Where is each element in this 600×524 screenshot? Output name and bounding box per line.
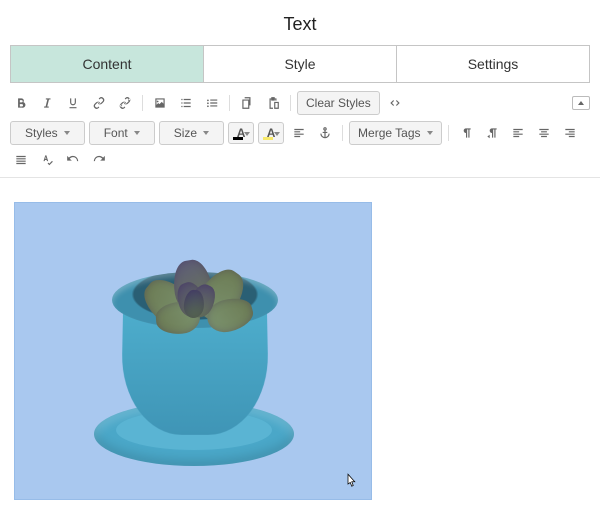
code-view-icon[interactable]	[384, 92, 406, 114]
paste-icon[interactable]	[262, 92, 284, 114]
separator	[142, 95, 143, 111]
tab-style[interactable]: Style	[204, 45, 397, 83]
panel-title: Text	[0, 0, 600, 45]
styles-label: Styles	[25, 126, 58, 140]
size-label: Size	[174, 126, 197, 140]
paragraph-icon[interactable]	[455, 122, 477, 144]
unlink-icon[interactable]	[114, 92, 136, 114]
redo-icon[interactable]	[88, 149, 110, 171]
align-right-icon[interactable]	[559, 122, 581, 144]
styles-dropdown[interactable]: Styles	[10, 121, 85, 145]
collapse-toolbar-icon[interactable]	[572, 96, 590, 110]
editor-content[interactable]	[0, 178, 600, 524]
succulent-plant	[144, 258, 248, 336]
clear-styles-button[interactable]: Clear Styles	[297, 91, 380, 115]
align-justify-icon[interactable]	[10, 149, 32, 171]
image-block[interactable]	[14, 202, 372, 500]
ordered-list-icon[interactable]	[175, 92, 197, 114]
font-label: Font	[104, 126, 128, 140]
italic-icon[interactable]	[36, 92, 58, 114]
bold-icon[interactable]	[10, 92, 32, 114]
unordered-list-icon[interactable]	[201, 92, 223, 114]
paragraph-rtl-icon[interactable]	[481, 122, 503, 144]
highlight-color-icon[interactable]: A	[258, 122, 284, 144]
merge-tags-label: Merge Tags	[358, 126, 420, 140]
separator	[448, 125, 449, 141]
link-icon[interactable]	[88, 92, 110, 114]
alignment-icon[interactable]	[288, 122, 310, 144]
spellcheck-icon[interactable]	[36, 149, 58, 171]
anchor-icon[interactable]	[314, 122, 336, 144]
tab-settings[interactable]: Settings	[397, 45, 590, 83]
tabs: Content Style Settings	[0, 45, 600, 83]
separator	[229, 95, 230, 111]
font-dropdown[interactable]: Font	[89, 121, 155, 145]
align-left-icon[interactable]	[507, 122, 529, 144]
image-icon[interactable]	[149, 92, 171, 114]
editor-toolbar: Clear Styles Styles Font Size A A Merge …	[0, 83, 600, 178]
align-center-icon[interactable]	[533, 122, 555, 144]
undo-icon[interactable]	[62, 149, 84, 171]
text-color-icon[interactable]: A	[228, 122, 254, 144]
cursor-pointer-icon	[342, 470, 360, 492]
separator	[342, 125, 343, 141]
separator	[290, 95, 291, 111]
merge-tags-dropdown[interactable]: Merge Tags	[349, 121, 441, 145]
underline-icon[interactable]	[62, 92, 84, 114]
size-dropdown[interactable]: Size	[159, 121, 224, 145]
copy-icon[interactable]	[236, 92, 258, 114]
tab-content[interactable]: Content	[10, 45, 204, 83]
